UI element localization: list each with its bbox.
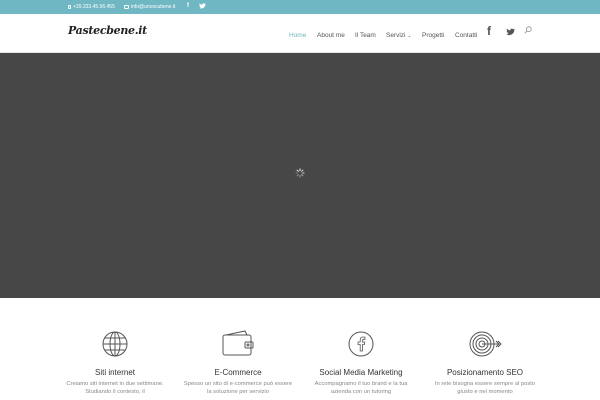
facebook-circle-icon xyxy=(348,331,374,357)
top-bar: +39.333.45.96.455 info@unoscubene.it f xyxy=(0,0,600,14)
service-desc: Spesso un sito di e-commerce può essere … xyxy=(183,381,293,395)
loading-spinner-icon xyxy=(295,168,305,178)
envelope-icon xyxy=(124,5,129,9)
phone-contact[interactable]: +39.333.45.96.455 xyxy=(68,4,115,10)
target-icon xyxy=(469,331,502,357)
twitter-icon[interactable] xyxy=(504,27,516,37)
service-desc: In rete bisogna essere sempre al posto g… xyxy=(434,381,536,395)
search-icon[interactable] xyxy=(524,26,532,34)
service-title: E-Commerce xyxy=(214,368,262,377)
email-contact[interactable]: info@unoscubene.it xyxy=(124,4,175,10)
twitter-icon[interactable] xyxy=(198,2,206,10)
nav-contatti[interactable]: Contatti xyxy=(455,32,477,39)
service-siti-internet: Siti internet Creiamo siti internet in d… xyxy=(60,330,170,396)
service-social-media-marketing: Social Media Marketing Accompagnamo il t… xyxy=(306,330,416,396)
wallet-icon xyxy=(222,330,254,356)
globe-icon xyxy=(102,331,128,357)
phone-icon xyxy=(68,5,71,9)
service-desc: Accompagnamo il tuo brand e la tua azien… xyxy=(314,381,408,395)
nav-home[interactable]: Home xyxy=(289,32,306,39)
service-title: Social Media Marketing xyxy=(319,368,403,377)
service-desc: Creiamo siti internet in due settimane. … xyxy=(66,381,164,395)
service-title: Siti internet xyxy=(94,368,136,377)
service-e-commerce: E-Commerce Spesso un sito di e-commerce … xyxy=(183,330,293,396)
services-section: Siti internet Creiamo siti internet in d… xyxy=(0,298,600,400)
service-posizionamento-seo: Posizionamento SEO In rete bisogna esser… xyxy=(430,330,540,396)
chevron-down-icon: ⌄ xyxy=(407,33,412,39)
nav-about-me[interactable]: About me xyxy=(317,32,345,39)
nav-progetti[interactable]: Progetti xyxy=(422,32,444,39)
nav-servizi[interactable]: Servizi ⌄ xyxy=(386,32,412,39)
facebook-icon[interactable]: f xyxy=(187,3,189,9)
service-title: Posizionamento SEO xyxy=(446,368,524,377)
email-text: info@unoscubene.it xyxy=(131,4,176,10)
nav-servizi-label: Servizi xyxy=(386,32,406,39)
site-logo[interactable]: Pastecbene.it xyxy=(68,24,147,37)
facebook-icon[interactable]: f xyxy=(487,24,491,38)
phone-text: +39.333.45.96.455 xyxy=(73,4,115,10)
nav-il-team[interactable]: Il Team xyxy=(355,32,376,39)
